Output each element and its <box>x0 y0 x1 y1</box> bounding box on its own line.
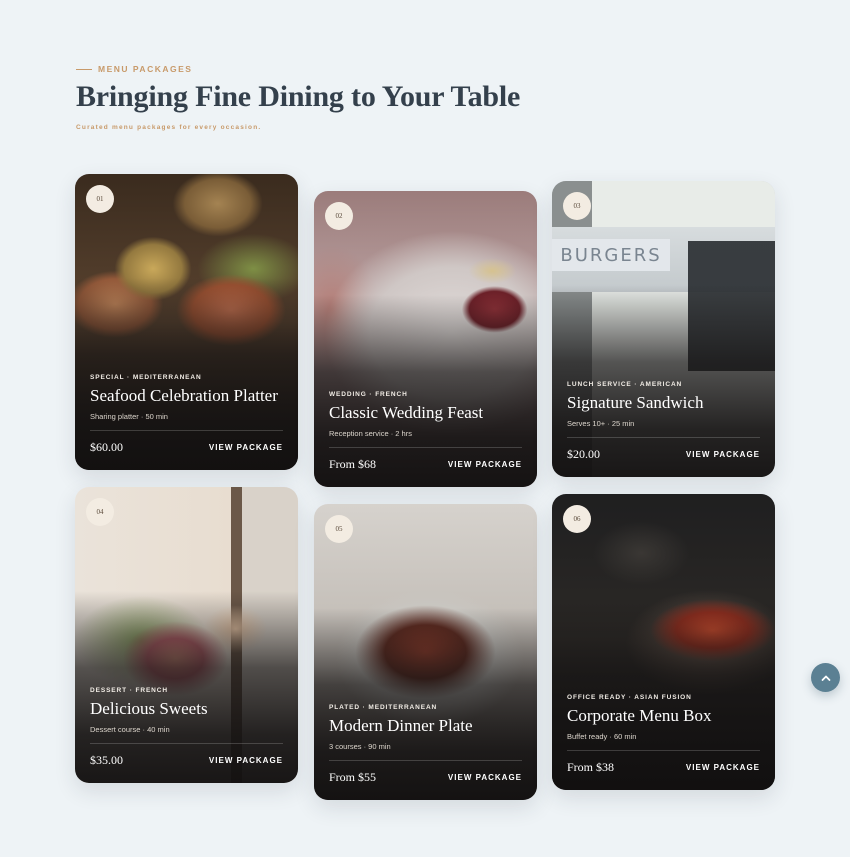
card-category-tag: PLATED · MEDITERRANEAN <box>329 704 438 711</box>
package-card-dinner[interactable]: 05 PLATED · MEDITERRANEAN Modern Dinner … <box>314 504 537 800</box>
card-meta: Serves 10+ · 25 min <box>567 419 635 428</box>
card-title: Delicious Sweets <box>90 699 208 718</box>
card-number-badge: 02 <box>325 202 353 230</box>
package-card-wedding[interactable]: 02 WEDDING · FRENCH Classic Wedding Feas… <box>314 191 537 487</box>
package-card-seafood[interactable]: 01 SPECIAL · MEDITERRANEAN Seafood Celeb… <box>75 174 298 470</box>
card-category-tag: LUNCH SERVICE · AMERICAN <box>567 381 683 388</box>
card-title: Classic Wedding Feast <box>329 403 484 422</box>
card-meta: Buffet ready · 60 min <box>567 732 637 741</box>
section-header: MENU PACKAGES Bringing Fine Dining to Yo… <box>76 64 520 131</box>
view-package-link[interactable]: VIEW PACKAGE <box>686 450 760 459</box>
card-price: $60.00 <box>90 440 123 454</box>
package-card-sandwich[interactable]: BURGERS 03 LUNCH SERVICE · AMERICAN Sign… <box>552 181 775 477</box>
card-meta: Sharing platter · 50 min <box>90 412 168 421</box>
card-title: Seafood Celebration Platter <box>90 386 278 405</box>
package-card-corporate[interactable]: 06 OFFICE READY · ASIAN FUSION Corporate… <box>552 494 775 790</box>
view-package-link[interactable]: VIEW PACKAGE <box>686 763 760 772</box>
card-price: From $38 <box>567 760 615 774</box>
card-meta: Reception service · 2 hrs <box>329 429 412 438</box>
card-meta: 3 courses · 90 min <box>329 742 391 751</box>
package-card-sweets[interactable]: 04 DESSERT · FRENCH Delicious Sweets Des… <box>75 487 298 783</box>
chevron-up-icon <box>821 675 830 681</box>
card-category-tag: WEDDING · FRENCH <box>329 391 408 398</box>
storefront-sign: BURGERS <box>552 239 670 271</box>
card-number-badge: 05 <box>325 515 353 543</box>
card-number-badge: 06 <box>563 505 591 533</box>
card-category-tag: DESSERT · FRENCH <box>90 687 168 694</box>
card-price: $35.00 <box>90 753 123 767</box>
card-title: Corporate Menu Box <box>567 706 712 725</box>
card-price: From $68 <box>329 457 377 471</box>
view-package-link[interactable]: VIEW PACKAGE <box>209 443 283 452</box>
view-package-link[interactable]: VIEW PACKAGE <box>209 756 283 765</box>
page-subtitle: Curated menu packages for every occasion… <box>76 124 262 131</box>
eyebrow-divider <box>76 68 92 70</box>
eyebrow-label: MENU PACKAGES <box>98 64 193 74</box>
card-category-tag: OFFICE READY · ASIAN FUSION <box>567 694 692 701</box>
card-category-tag: SPECIAL · MEDITERRANEAN <box>90 374 202 381</box>
card-number-badge: 03 <box>563 192 591 220</box>
card-price: From $55 <box>329 770 377 784</box>
scroll-to-top-button[interactable] <box>811 663 840 692</box>
card-number-badge: 01 <box>86 185 114 213</box>
view-package-link[interactable]: VIEW PACKAGE <box>448 460 522 469</box>
card-title: Modern Dinner Plate <box>329 716 473 735</box>
section-eyebrow: MENU PACKAGES <box>76 64 520 74</box>
card-meta: Dessert course · 40 min <box>90 725 170 734</box>
card-number-badge: 04 <box>86 498 114 526</box>
card-title: Signature Sandwich <box>567 393 704 412</box>
page-title: Bringing Fine Dining to Your Table <box>76 80 521 113</box>
view-package-link[interactable]: VIEW PACKAGE <box>448 773 522 782</box>
card-price: $20.00 <box>567 447 600 461</box>
